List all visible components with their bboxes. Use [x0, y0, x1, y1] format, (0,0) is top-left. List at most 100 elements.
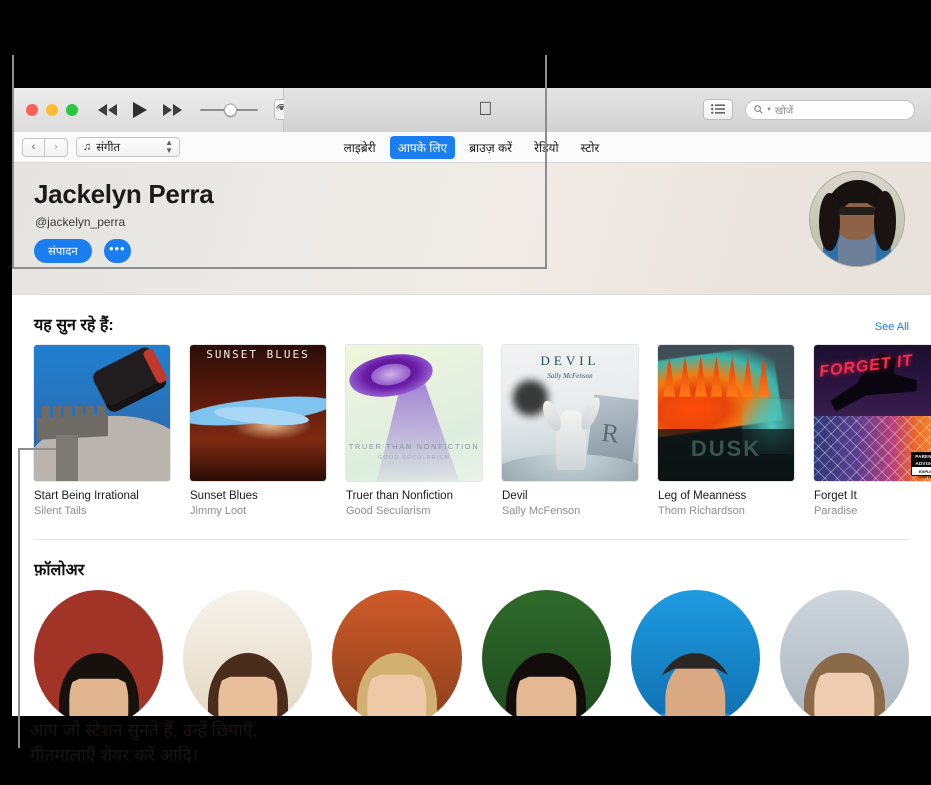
explicit-badge: PARENTAL ADVISORY EXPLICIT CONTENT: [911, 452, 931, 479]
play-icon[interactable]: [133, 101, 147, 118]
callout-line-left-vertical: [12, 55, 14, 269]
artwork-subtitle-text: GOOD SECULARISM: [377, 454, 451, 461]
follower-avatar[interactable]: [481, 590, 611, 716]
titlebar-right-controls: ▼ खोजें: [687, 88, 931, 132]
callout-leader-vertical: [18, 448, 20, 748]
search-placeholder: खोजें: [774, 105, 794, 117]
album-title: Truer than Nonfiction: [346, 490, 453, 502]
album-artist: Paradise: [814, 505, 858, 517]
album-artist: Sally McFenson: [502, 505, 581, 517]
page-title: Jackelyn Perra: [34, 179, 214, 209]
edit-button[interactable]: संपादन: [34, 239, 92, 263]
navigation-bar: ‹ › ♫ संगीत ▲ ▼ लाइब्रेरी आपके लिए ब्राउज…: [12, 132, 931, 163]
fast-forward-icon[interactable]: [163, 103, 182, 116]
see-all-link[interactable]: See All: [875, 321, 909, 333]
media-type-popup[interactable]: ♫ संगीत ▲ ▼: [76, 137, 180, 157]
follower-avatar[interactable]: [183, 590, 313, 716]
artwork-subtitle-text: Sally McFenson: [547, 372, 593, 381]
artwork-title-text: TRUER THAN NONFICTION: [348, 442, 480, 452]
album-artist: Good Secularism: [346, 505, 431, 517]
artwork-title-text: DUSK: [690, 435, 762, 461]
playback-controls-area: [12, 88, 289, 132]
followers-title: फ़ॉलोअर: [34, 562, 85, 579]
search-input[interactable]: ▼ खोजें: [745, 99, 915, 120]
content-area: यह सुन रहे हैं: See All Start Being Irra…: [12, 295, 931, 716]
album-artist: Silent Tails: [34, 505, 87, 517]
album-artwork[interactable]: SUNSET BLUES: [190, 345, 326, 481]
album-artwork[interactable]: DEVIL Sally McFenson: [502, 345, 638, 481]
tab-for-you[interactable]: आपके लिए: [389, 136, 456, 159]
album-artist: Jimmy Loot: [190, 505, 247, 517]
tab-library[interactable]: लाइब्रेरी: [336, 136, 384, 159]
album-title: Leg of Meanness: [658, 490, 747, 502]
follower-avatar[interactable]: [332, 590, 462, 716]
close-button[interactable]: [26, 103, 38, 116]
tab-browse[interactable]: ब्राउज़ करें: [461, 136, 520, 159]
album-item[interactable]: TRUER THAN NONFICTION GOOD SECULARISM Tr…: [346, 345, 482, 517]
album-list: Start Being Irrational Silent Tails SUNS…: [12, 345, 931, 517]
album-item[interactable]: FORGET IT PARENTAL ADVISORY EXPLICIT CON…: [814, 345, 931, 517]
profile-header: Jackelyn Perra @jackelyn_perra संपादन ••…: [12, 163, 931, 295]
callout-line-right-vertical: [545, 55, 547, 269]
album-artist: Thom Richardson: [658, 505, 745, 517]
tab-store[interactable]: स्टोर: [573, 136, 608, 159]
volume-knob[interactable]: [224, 103, 237, 116]
window-titlebar:  ▼ खोजें: [12, 88, 931, 132]
transport-controls: [98, 101, 182, 118]
forward-button[interactable]: ›: [45, 137, 68, 157]
artwork-devil-hand: DEVIL Sally McFenson: [502, 345, 638, 481]
now-playing-area: : [284, 88, 687, 132]
follower-avatar[interactable]: [779, 590, 910, 716]
more-options-button[interactable]: •••: [103, 239, 131, 263]
traffic-lights: [26, 103, 78, 116]
media-type-label: संगीत: [96, 141, 121, 154]
explicit-badge-top: PARENTAL: [912, 453, 931, 460]
album-item[interactable]: SUNSET BLUES Sunset Blues Jimmy Loot: [190, 345, 326, 517]
album-title: Start Being Irrational: [34, 490, 139, 502]
listening-to-title: यह सुन रहे हैं:: [34, 317, 114, 334]
artwork-title-text: DEVIL: [540, 353, 600, 369]
chevron-updown-icon: ▲ ▼: [165, 137, 173, 155]
album-item[interactable]: DEVIL Sally McFenson Devil Sally McFenso…: [502, 345, 638, 517]
follower-avatar[interactable]: [630, 590, 760, 716]
listening-to-header: यह सुन रहे हैं: See All: [12, 295, 931, 345]
follower-avatar[interactable]: [34, 590, 164, 716]
avatar-image: [809, 171, 905, 267]
callout-line-horizontal-top: [12, 267, 547, 269]
profile-handle: @jackelyn_perra: [35, 215, 126, 229]
minimize-button[interactable]: [46, 103, 58, 116]
album-artwork[interactable]: [34, 345, 170, 481]
album-artwork[interactable]: TRUER THAN NONFICTION GOOD SECULARISM: [346, 345, 482, 481]
back-forward-group: ‹ ›: [22, 137, 68, 157]
rewind-icon[interactable]: [98, 103, 117, 116]
caption-line-1: आप जो स्टेशन सुनते हैं, उन्हें छिपाएँ,: [30, 720, 258, 740]
artwork-forget-it-graffiti: FORGET IT PARENTAL ADVISORY EXPLICIT CON…: [814, 345, 931, 481]
search-icon: [754, 101, 763, 119]
album-title: Devil: [502, 490, 528, 502]
album-item[interactable]: DUSK Leg of Meanness Thom Richardson: [658, 345, 794, 517]
zoom-button[interactable]: [66, 103, 78, 116]
album-item[interactable]: Start Being Irrational Silent Tails: [34, 345, 170, 517]
search-dropdown-chevron-icon[interactable]: ▼: [766, 107, 772, 113]
list-icon: [711, 101, 725, 119]
album-title: Sunset Blues: [190, 490, 258, 502]
volume-slider[interactable]: [200, 103, 258, 116]
back-button[interactable]: ‹: [22, 137, 45, 157]
list-view-button[interactable]: [703, 99, 733, 120]
artwork-slot-canyon: SUNSET BLUES: [190, 345, 326, 481]
avatar[interactable]: [809, 171, 905, 267]
followers-header: फ़ॉलोअर: [12, 540, 931, 590]
music-note-icon: ♫: [83, 141, 92, 153]
explicit-badge-mid: ADVISORY: [912, 460, 931, 467]
caption-line-2: गीतमालाएँ शेयर करें आदि।: [30, 744, 199, 765]
album-title: Forget It: [814, 490, 857, 502]
artwork-title-text: SUNSET BLUES: [206, 348, 310, 361]
artwork-ufo: TRUER THAN NONFICTION GOOD SECULARISM: [346, 345, 482, 481]
followers-list: [12, 590, 931, 716]
nav-left-controls: ‹ › ♫ संगीत ▲ ▼: [12, 137, 180, 157]
album-artwork[interactable]: FORGET IT PARENTAL ADVISORY EXPLICIT CON…: [814, 345, 931, 481]
annotation-caption: आप जो स्टेशन सुनते हैं, उन्हें छिपाएँ, ग…: [30, 718, 450, 768]
album-artwork[interactable]: DUSK: [658, 345, 794, 481]
itunes-window:  ▼ खोजें: [12, 88, 931, 716]
artwork-car-bridge: [34, 345, 170, 481]
